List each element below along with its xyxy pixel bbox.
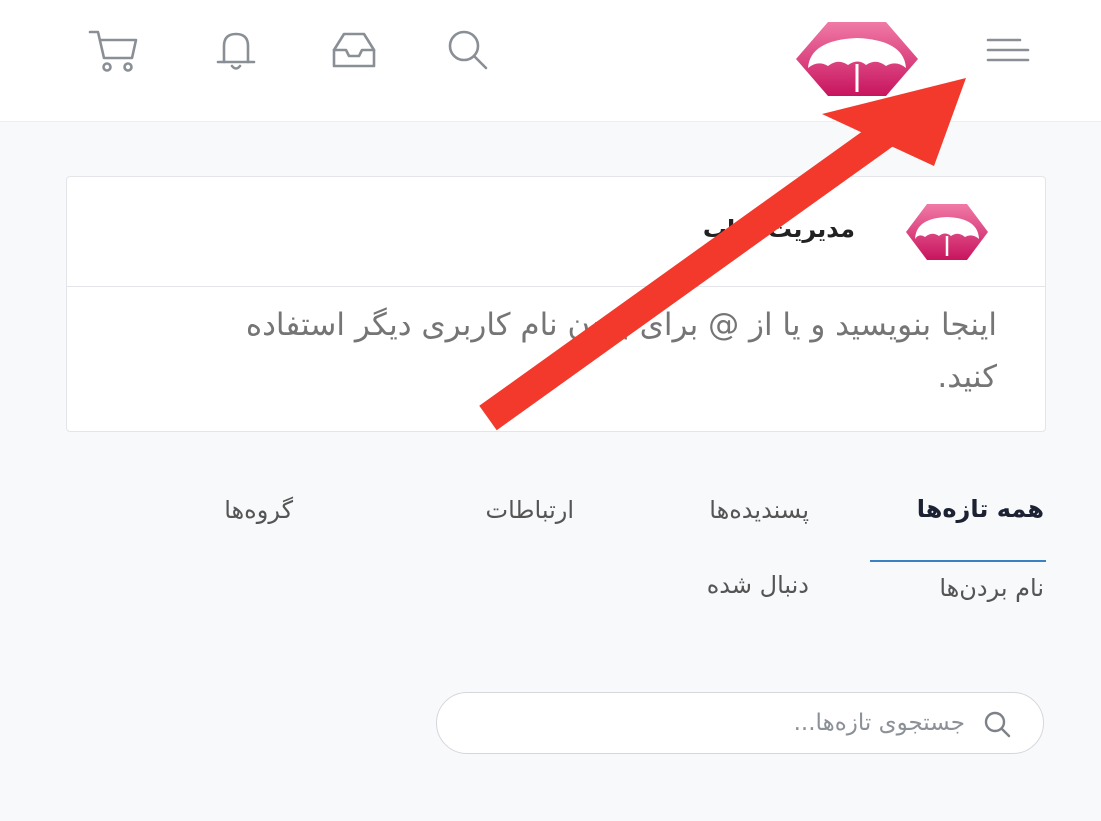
avatar [903, 201, 991, 263]
tab-followed[interactable]: دنبال شده [707, 571, 809, 599]
tab-groups[interactable]: گروه‌ها [224, 496, 293, 524]
active-tab-indicator [870, 560, 1046, 562]
search-icon[interactable] [440, 22, 496, 78]
cart-icon[interactable] [86, 22, 142, 78]
search-icon [981, 708, 1013, 740]
bell-icon[interactable] [208, 22, 264, 78]
composer-author-name: مدیریت شاب [702, 215, 855, 243]
top-bar [0, 0, 1101, 122]
menu-icon[interactable] [980, 22, 1036, 78]
post-composer: مدیریت شاب [66, 176, 1046, 432]
feed-search [436, 692, 1044, 754]
tab-mentions[interactable]: نام بردن‌ها [939, 574, 1044, 602]
composer-header: مدیریت شاب [67, 177, 1045, 287]
post-input[interactable] [217, 299, 997, 417]
tab-all-feeds[interactable]: همه تازه‌ها [917, 495, 1044, 523]
tab-connections[interactable]: ارتباطات [486, 496, 575, 524]
tab-liked[interactable]: پسندیده‌ها [709, 496, 809, 524]
umbrella-logo[interactable] [792, 18, 922, 100]
feed-search-input[interactable] [461, 701, 965, 745]
inbox-icon[interactable] [326, 22, 382, 78]
